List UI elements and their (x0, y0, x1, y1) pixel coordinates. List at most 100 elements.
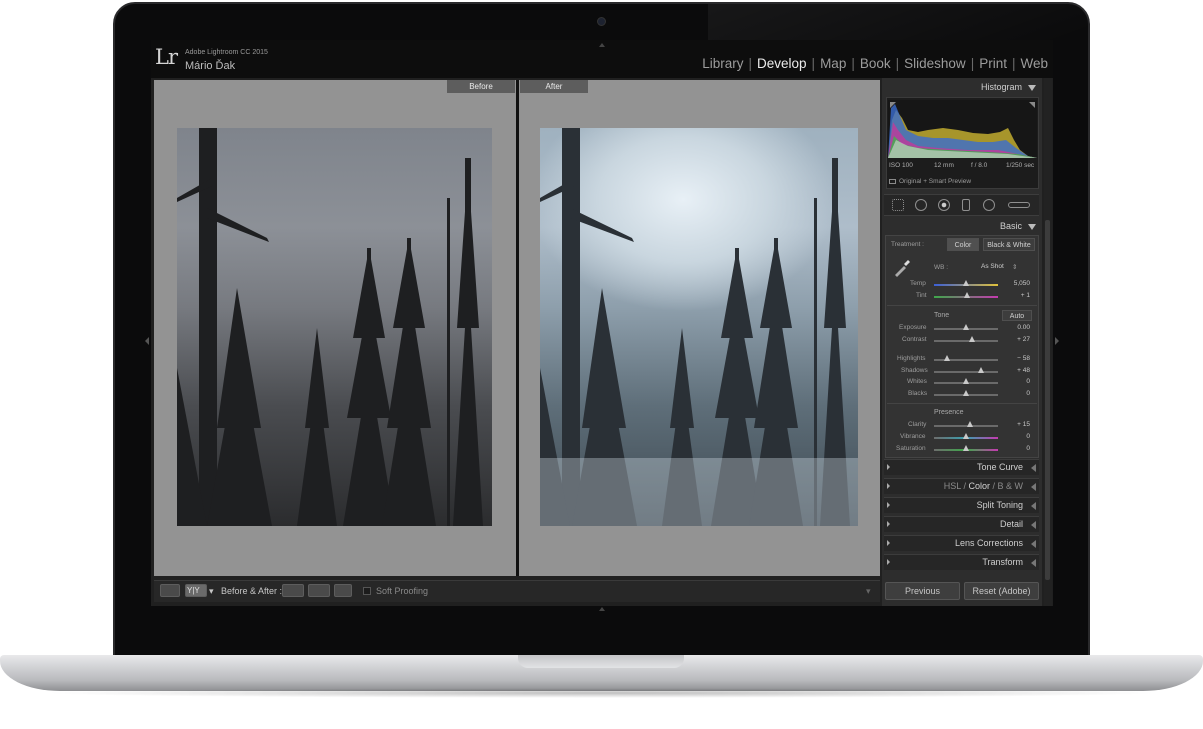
forest-after-image (540, 128, 858, 526)
collapse-icon (1028, 223, 1036, 230)
basic-title: Basic (999, 221, 1022, 231)
module-slideshow[interactable]: Slideshow (899, 56, 971, 71)
saturation-thumb[interactable] (963, 445, 969, 451)
histogram-title: Histogram (980, 82, 1022, 92)
clarity-slider[interactable] (934, 425, 998, 427)
right-panel-toggle-icon[interactable] (1055, 337, 1059, 345)
whites-thumb[interactable] (963, 378, 969, 384)
presence-label: Presence (934, 409, 964, 416)
module-library[interactable]: Library (697, 56, 748, 71)
histogram-header[interactable]: Histogram (886, 79, 1036, 95)
shadows-label: Shadows (901, 367, 928, 374)
module-print[interactable]: Print (974, 56, 1012, 71)
aperture: f / 8.0 (971, 162, 988, 169)
wb-dropdown-icon[interactable]: ⇕ (1012, 263, 1017, 271)
basic-header[interactable]: Basic (886, 218, 1036, 234)
shadows-thumb[interactable] (978, 367, 985, 373)
lens-corrections-header[interactable]: Lens Corrections (886, 535, 1036, 551)
crop-tool-icon[interactable] (892, 199, 904, 211)
before-photo[interactable] (177, 128, 492, 526)
transform-header[interactable]: Transform (886, 554, 1036, 570)
shadows-value[interactable]: + 48 (1000, 367, 1030, 374)
blacks-label: Blacks (908, 390, 928, 397)
filmstrip-toggle-icon[interactable] (599, 607, 605, 611)
expand-icon (1031, 482, 1036, 491)
reset-button[interactable]: Reset (Adobe) (964, 582, 1039, 600)
detail-header[interactable]: Detail (886, 516, 1036, 532)
treatment-bw-button[interactable]: Black & White (983, 238, 1035, 251)
hsl-tab[interactable]: HSL (944, 481, 961, 491)
view-dropdown-icon[interactable]: ▾ (209, 586, 214, 597)
tint-thumb[interactable] (964, 292, 971, 298)
highlight-clipping-icon (1029, 102, 1035, 108)
forest-before-image (177, 128, 483, 526)
adjustment-brush-icon[interactable] (1008, 202, 1030, 208)
split-toning-header[interactable]: Split Toning (886, 497, 1036, 513)
saturation-value[interactable]: 0 (1000, 445, 1030, 452)
highlights-label: Highlights (897, 355, 926, 362)
swap-button[interactable] (334, 584, 352, 597)
contrast-slider[interactable] (934, 340, 998, 342)
histogram-graph[interactable] (888, 100, 1037, 158)
expand-icon (1031, 463, 1036, 472)
vibrance-thumb[interactable] (963, 433, 969, 439)
expand-icon (1031, 558, 1036, 567)
module-web[interactable]: Web (1015, 56, 1053, 71)
tint-value[interactable]: + 1 (1000, 292, 1030, 299)
temp-value[interactable]: 5,050 (1000, 280, 1030, 287)
treatment-color-button[interactable]: Color (947, 238, 979, 251)
contrast-value[interactable]: + 27 (1000, 336, 1030, 343)
module-map[interactable]: Map (815, 56, 851, 71)
smart-preview-status[interactable]: Original + Smart Preview (889, 178, 971, 185)
graduated-filter-icon[interactable] (962, 199, 970, 211)
bw-tab[interactable]: B & W (997, 481, 1023, 491)
yy-icon: Y|Y (187, 586, 200, 595)
hsl-header[interactable]: HSL / Color / B & W (886, 478, 1036, 494)
toolbar-menu-icon[interactable]: ▾ (866, 586, 871, 597)
loupe-view-button[interactable] (160, 584, 180, 597)
whites-value[interactable]: 0 (1000, 378, 1030, 385)
soft-proofing-checkbox[interactable] (363, 587, 371, 595)
left-panel-toggle-icon[interactable] (145, 337, 149, 345)
top-panel-toggle-icon[interactable] (599, 43, 605, 47)
highlights-value[interactable]: − 58 (1000, 355, 1030, 362)
module-develop[interactable]: Develop (752, 56, 812, 71)
wb-dropdown[interactable]: As Shot (981, 263, 1004, 270)
tone-label: Tone (934, 312, 950, 319)
clarity-value[interactable]: + 15 (1000, 421, 1030, 428)
wb-label: WB : (934, 264, 949, 271)
exposure-value[interactable]: 0.00 (1000, 324, 1030, 331)
radial-filter-icon[interactable] (983, 199, 995, 211)
before-after-label: Before & After : (221, 586, 283, 596)
after-label: After (520, 80, 588, 93)
after-photo[interactable] (540, 128, 858, 526)
vibrance-value[interactable]: 0 (1000, 433, 1030, 440)
highlights-thumb[interactable] (944, 355, 951, 361)
spot-removal-icon[interactable] (915, 199, 927, 211)
exposure-label: Exposure (899, 324, 927, 331)
eyedropper-icon[interactable] (892, 258, 912, 278)
preview-icon (889, 178, 896, 184)
red-eye-icon[interactable] (938, 199, 950, 211)
whites-label: Whites (907, 378, 927, 385)
shadows-slider[interactable] (934, 371, 998, 373)
module-book[interactable]: Book (855, 56, 896, 71)
blacks-value[interactable]: 0 (1000, 390, 1030, 397)
tone-curve-header[interactable]: Tone Curve (886, 459, 1036, 475)
module-picker: Library | Develop | Map | Book | Slideshow | … (697, 56, 1053, 71)
app-name: Adobe Lightroom CC 2015 (185, 49, 268, 56)
contrast-thumb[interactable] (969, 336, 976, 342)
blacks-thumb[interactable] (963, 390, 969, 396)
color-tab[interactable]: Color (968, 481, 990, 491)
copy-before-to-after-button[interactable] (282, 584, 304, 597)
scrollbar-thumb[interactable] (1045, 220, 1050, 580)
clarity-label: Clarity (908, 421, 927, 428)
focal-length: 12 mm (934, 162, 954, 169)
previous-button[interactable]: Previous (885, 582, 960, 600)
clarity-thumb[interactable] (967, 421, 974, 427)
auto-tone-button[interactable]: Auto (1002, 310, 1032, 321)
exposure-thumb[interactable] (963, 324, 969, 330)
temp-thumb[interactable] (963, 280, 969, 286)
collapse-icon (1028, 84, 1036, 91)
copy-after-to-before-button[interactable] (308, 584, 330, 597)
